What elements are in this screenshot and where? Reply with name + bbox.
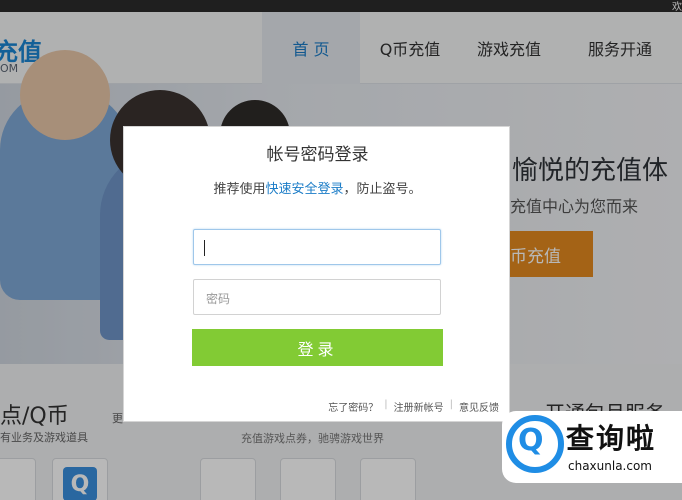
page: 欢 充值 OM 首 页 Q币充值 游戏充值 服务开通 愉悦的充值体 充值中心为您…	[0, 0, 682, 500]
login-button[interactable]: 登录	[192, 329, 443, 366]
link-separator: |	[384, 399, 388, 410]
register-link[interactable]: 注册新帐号	[394, 399, 444, 414]
forgot-password-link[interactable]: 忘了密码？	[328, 399, 378, 414]
watermark-domain: chaxunla.com	[568, 459, 652, 473]
link-separator: |	[449, 399, 453, 410]
watermark-text: 查询啦	[566, 422, 657, 455]
feedback-link[interactable]: 意见反馈	[459, 399, 499, 414]
login-hint-suffix: ，防止盗号。	[343, 182, 422, 197]
login-hint-prefix: 推荐使用	[213, 182, 266, 197]
login-footer-links: 忘了密码？ | 注册新帐号 | 意见反馈	[328, 399, 499, 414]
login-hint: 推荐使用快速安全登录，防止盗号。	[124, 178, 511, 197]
password-placeholder: 密码	[206, 292, 231, 306]
watermark: Q 查询啦 chaxunla.com	[502, 411, 682, 483]
password-input[interactable]: 密码	[193, 279, 441, 315]
text-caret	[204, 240, 205, 256]
watermark-logo-icon: Q	[506, 415, 564, 473]
account-input[interactable]	[193, 229, 441, 265]
quick-login-link[interactable]: 快速安全登录	[265, 182, 343, 197]
login-dialog-title: 帐号密码登录	[266, 145, 369, 165]
login-dialog: 帐号密码登录 推荐使用快速安全登录，防止盗号。 密码 登录 忘了密码？ | 注册…	[123, 126, 510, 422]
